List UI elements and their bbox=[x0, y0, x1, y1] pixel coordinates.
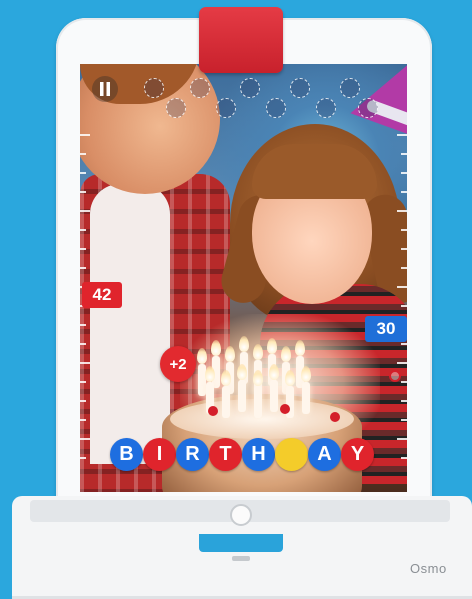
candle-flame bbox=[267, 338, 277, 354]
word-letters: BIRTHAY bbox=[110, 438, 374, 471]
stand-port bbox=[232, 556, 250, 561]
ruler-tick bbox=[401, 305, 407, 307]
balloon-slot bbox=[316, 98, 336, 118]
pause-button[interactable] bbox=[92, 76, 118, 102]
ruler-tick bbox=[80, 172, 86, 174]
ruler-tick bbox=[80, 153, 86, 155]
game-screen: 42 30 +2 BIRTHAY bbox=[80, 64, 407, 492]
ruler-tick bbox=[401, 400, 407, 402]
candle-flame bbox=[205, 366, 215, 382]
cake-berry bbox=[280, 404, 290, 414]
balloon-slot bbox=[166, 98, 186, 118]
ruler-tick bbox=[397, 438, 407, 440]
candle bbox=[222, 386, 230, 418]
ruler-tick bbox=[80, 267, 86, 269]
ruler-tick bbox=[80, 191, 86, 193]
candle bbox=[302, 382, 310, 414]
letter-tile: Y bbox=[341, 438, 374, 471]
balloon-slot bbox=[216, 98, 236, 118]
balloon-slot bbox=[240, 78, 260, 98]
ruler-tick bbox=[401, 248, 407, 250]
empty-letter-slot bbox=[275, 438, 308, 471]
boy-tshirt bbox=[90, 184, 170, 464]
letter-tile: I bbox=[143, 438, 176, 471]
candle-flame bbox=[295, 340, 305, 356]
candle bbox=[238, 380, 246, 412]
blue-stand bbox=[199, 534, 283, 552]
pause-icon bbox=[100, 82, 110, 96]
candle-flame bbox=[285, 370, 295, 386]
ruler-tick bbox=[80, 229, 86, 231]
candle-flame bbox=[281, 346, 291, 362]
home-button[interactable] bbox=[230, 504, 252, 526]
candle-flame bbox=[225, 346, 235, 362]
ruler-tick bbox=[80, 419, 86, 421]
right-score-badge: 30 bbox=[365, 316, 407, 342]
balloon-slot bbox=[358, 98, 378, 118]
candle-flame bbox=[237, 364, 247, 380]
ruler-tick bbox=[401, 267, 407, 269]
ruler-tick bbox=[80, 438, 90, 440]
candle-flame bbox=[301, 366, 311, 382]
ruler-tick bbox=[80, 134, 90, 136]
candle-flame bbox=[269, 364, 279, 380]
osmo-reflector bbox=[199, 7, 283, 73]
ruler-tick bbox=[401, 229, 407, 231]
candle-flame bbox=[253, 344, 263, 360]
candle bbox=[254, 386, 262, 418]
ruler-tick bbox=[397, 210, 407, 212]
ruler-tick bbox=[80, 457, 86, 459]
candle-flame bbox=[221, 370, 231, 386]
cake-top bbox=[170, 399, 354, 439]
letter-tile: A bbox=[308, 438, 341, 471]
ruler-tick bbox=[401, 381, 407, 383]
ruler-tick bbox=[80, 381, 86, 383]
ruler-tick bbox=[401, 172, 407, 174]
candle-flame bbox=[211, 340, 221, 356]
girl-bangs bbox=[252, 144, 377, 199]
balloon-slot bbox=[144, 78, 164, 98]
ruler-tick bbox=[401, 457, 407, 459]
right-ruler bbox=[397, 134, 407, 474]
balloon-slot bbox=[266, 98, 286, 118]
letter-tile: T bbox=[209, 438, 242, 471]
brand-label: Osmo bbox=[410, 561, 447, 576]
candle-flame bbox=[253, 370, 263, 386]
bonus-points-badge: +2 bbox=[160, 346, 196, 382]
balloon-slot bbox=[340, 78, 360, 98]
letter-tile: H bbox=[242, 438, 275, 471]
ruler-tick bbox=[397, 362, 407, 364]
cake-berry bbox=[208, 406, 218, 416]
candle bbox=[198, 364, 206, 396]
candle-flame bbox=[239, 336, 249, 352]
ruler-tick bbox=[80, 210, 90, 212]
ruler-tick bbox=[80, 362, 90, 364]
ruler-tick bbox=[401, 343, 407, 345]
ruler-tick bbox=[80, 400, 86, 402]
ruler-tick bbox=[397, 286, 407, 288]
target-marker bbox=[389, 370, 401, 382]
letter-tile: B bbox=[110, 438, 143, 471]
ruler-tick bbox=[401, 191, 407, 193]
ruler-tick bbox=[80, 343, 86, 345]
letter-tile: R bbox=[176, 438, 209, 471]
ruler-tick bbox=[401, 419, 407, 421]
ruler-tick bbox=[401, 153, 407, 155]
ruler-tick bbox=[397, 134, 407, 136]
balloon-slot bbox=[190, 78, 210, 98]
left-score-badge: 42 bbox=[82, 282, 122, 308]
ruler-tick bbox=[80, 248, 86, 250]
ruler-tick bbox=[80, 324, 86, 326]
candle bbox=[270, 380, 278, 412]
candle-flame bbox=[197, 348, 207, 364]
cake-berry bbox=[330, 412, 340, 422]
balloon-slots bbox=[144, 76, 378, 120]
balloon-slot bbox=[290, 78, 310, 98]
